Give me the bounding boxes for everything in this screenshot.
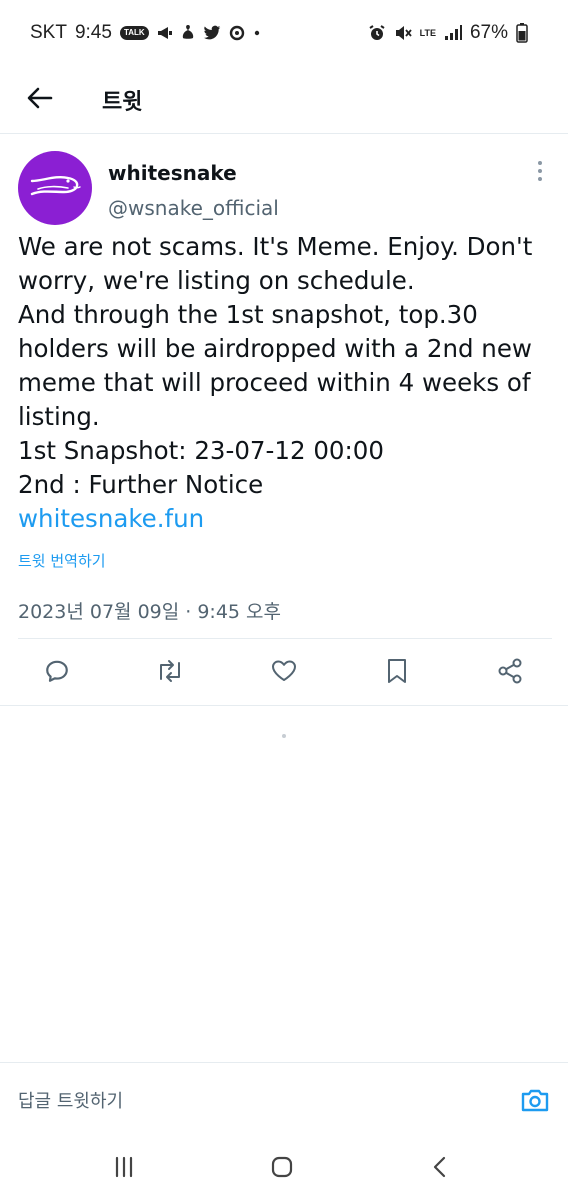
bookmark-button[interactable] <box>379 655 415 691</box>
avatar[interactable] <box>18 151 92 225</box>
divider <box>18 638 552 639</box>
tweet-line: listing. <box>18 402 100 431</box>
bookmark-icon <box>386 658 408 688</box>
comment-icon <box>44 658 70 688</box>
lte-icon: LTE <box>419 27 436 38</box>
more-options-button[interactable] <box>528 160 552 186</box>
tweet-actions <box>0 655 568 691</box>
snake-logo-icon <box>30 176 81 196</box>
heart-icon <box>271 659 297 687</box>
status-right: LTE 67% <box>368 22 528 44</box>
signal-icon <box>444 25 462 41</box>
tweet-timestamp: 2023년 07월 09일 · 9:45 오후 <box>18 601 282 623</box>
tweet-line: holders will be airdropped with a 2nd ne… <box>18 334 532 363</box>
tweet-line: 2nd : Further Notice <box>18 470 264 499</box>
alarm-icon <box>368 24 386 42</box>
reply-input[interactable]: 답글 트윗하기 <box>18 1087 488 1113</box>
tweet-line: worry, we're listing on schedule. <box>18 266 415 295</box>
translate-tweet-link[interactable]: 트윗 번역하기 <box>18 550 106 571</box>
tweet-text: We are not scams. It's Meme. Enjoy. Don'… <box>18 230 553 536</box>
reply-bar: 답글 트윗하기 <box>0 1062 568 1140</box>
back-icon <box>432 1156 448 1182</box>
header: 트윗 <box>0 70 568 134</box>
reply-button[interactable] <box>39 655 75 691</box>
arrow-left-icon <box>27 87 53 113</box>
back-button[interactable] <box>22 82 58 118</box>
retweet-icon <box>156 659 184 687</box>
app-icon <box>181 24 195 42</box>
talk-badge-text: TALK <box>119 26 149 40</box>
loading-indicator <box>282 734 286 738</box>
status-bar: SKT 9:45 TALK LTE 67% <box>0 0 568 70</box>
twitter-icon <box>203 25 221 41</box>
nav-back-button[interactable] <box>420 1154 460 1184</box>
user-handle[interactable]: @wsnake_official <box>108 196 279 220</box>
camera-button[interactable] <box>518 1085 552 1119</box>
home-icon <box>270 1155 294 1183</box>
dot-icon <box>253 29 261 37</box>
page-title: 트윗 <box>102 90 143 115</box>
display-name[interactable]: whitesnake <box>108 161 237 185</box>
tweet-link[interactable]: whitesnake.fun <box>18 502 553 536</box>
like-button[interactable] <box>266 655 302 691</box>
share-button[interactable] <box>492 655 528 691</box>
mute-icon <box>394 24 412 42</box>
kakaotalk-icon: TALK <box>119 26 149 40</box>
battery-icon <box>516 23 528 43</box>
retweet-button[interactable] <box>152 655 188 691</box>
share-icon <box>497 658 523 688</box>
system-nav-bar <box>0 1140 568 1200</box>
recent-apps-icon <box>113 1156 135 1182</box>
tweet-line: meme that will proceed within 4 weeks of <box>18 368 531 397</box>
more-vertical-icon <box>537 160 543 186</box>
camera-icon <box>520 1087 550 1117</box>
recent-apps-button[interactable] <box>104 1154 144 1184</box>
home-button[interactable] <box>262 1154 302 1184</box>
tweet-line: And through the 1st snapshot, top.30 <box>18 300 478 329</box>
tweet-line: We are not scams. It's Meme. Enjoy. Don'… <box>18 232 533 261</box>
megaphone-icon <box>157 25 173 41</box>
app-icon <box>229 25 245 41</box>
battery-label: 67% <box>469 22 508 43</box>
clock-label: 9:45 <box>74 22 112 43</box>
divider <box>0 705 568 706</box>
carrier-label: SKT <box>30 22 67 43</box>
lte-label: LTE <box>419 27 436 38</box>
tweet-line: 1st Snapshot: 23-07-12 00:00 <box>18 436 384 465</box>
status-left: SKT 9:45 TALK <box>30 22 261 44</box>
